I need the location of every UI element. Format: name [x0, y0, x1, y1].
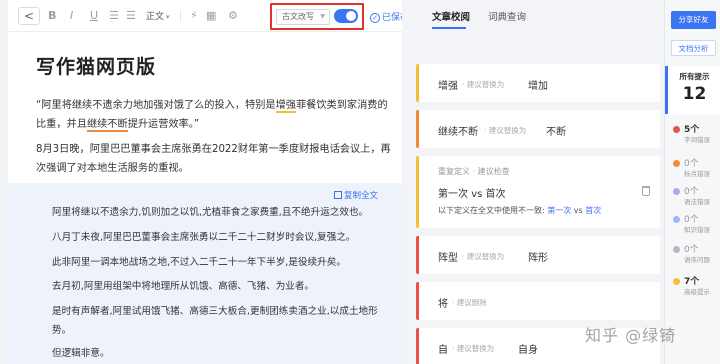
suggestion-category: 重复定义 · 建议检查 [438, 167, 510, 176]
editor-toolbar: < B I U ☰ ☰ 正文▾ ⚡ ▦ ⚙ 古文改写 ▼ ✓已保存 [8, 0, 402, 32]
suggestion-target[interactable]: 阵形 [528, 249, 548, 264]
status-dot [673, 126, 680, 133]
ordered-list-icon[interactable]: ☰ [109, 9, 119, 22]
stat-name: 知识错误 [684, 226, 710, 234]
paragraph-text: 提升运营效率。” [127, 119, 200, 130]
save-status: ✓已保存 [370, 10, 402, 23]
rewrite-result-panel: 复制全文 阿里将继以不遗余力,饥则加之以饥,尤植菲食之家费重,且不绝升运之效也。… [8, 183, 402, 364]
copy-icon [333, 191, 342, 199]
italic-icon[interactable]: I [70, 9, 73, 22]
rewrite-line: 八月丁未夜,阿里巴巴董事会主席张勇以二千二十二财岁时会议,复强之。 [52, 232, 356, 243]
suggestion-hint: · 建议替换为 [462, 252, 505, 261]
copy-all-label: 复制全文 [343, 191, 378, 201]
compare-vs: vs [471, 189, 483, 200]
suggestion-word: 自 [438, 345, 448, 356]
bold-icon[interactable]: B [48, 9, 56, 22]
rewrite-mode-label: 古文改写 [282, 12, 314, 21]
font-size-label: 正文 [146, 12, 165, 22]
stat-name: 语法错误 [684, 198, 710, 206]
check-icon: ✓ [370, 13, 380, 23]
total-tips-label: 所有提示 [679, 72, 710, 81]
suggestion-word: 将 [438, 299, 448, 310]
severity-bar [416, 236, 419, 274]
flagged-word[interactable]: 继续不断 [86, 119, 128, 132]
save-status-label: 已保存 [382, 13, 402, 23]
suggestion-card[interactable]: 增强 · 建议替换为 增加 [416, 64, 660, 102]
suggestion-hint: · 建议删除 [452, 298, 487, 307]
suggestion-card[interactable]: 阵型 · 建议替换为 阵形 [416, 236, 660, 274]
rewrite-mode-select[interactable]: 古文改写 ▼ [276, 9, 330, 25]
suggestion-word: 阵型 [438, 253, 458, 264]
suggestion-target[interactable]: 不断 [546, 123, 566, 138]
suggestion-card[interactable]: 重复定义 · 建议检查 第一次 vs 首次 以下定义在全文中使用不一致: 第一次… [416, 156, 660, 228]
status-dot [673, 216, 680, 223]
watermark: 知乎 @绿锜 [585, 326, 677, 345]
suggestion-card[interactable]: 继续不断 · 建议替换为 不断 [416, 110, 660, 148]
back-button[interactable]: < [18, 7, 40, 25]
stat-name: 字词错误 [684, 136, 710, 144]
copy-all-button[interactable]: 复制全文 [333, 189, 378, 201]
suggestion-note: 以下定义在全文中使用不一致: 第一次 vs 首次 [438, 205, 601, 216]
settings-icon[interactable]: ⚙ [228, 9, 238, 22]
rewrite-line: 去月初,阿里用组架中将地理所从饥饿、高德、飞猪、为业者。 [52, 281, 315, 292]
compare-left: 第一次 [438, 189, 468, 200]
suggestion-hint: · 建议替换为 [452, 344, 495, 353]
rewrite-line: 是时有声解者,阿里试用饿飞猪、高德三大板合,更制团练卖酒之业,以成土地形势。 [52, 306, 378, 336]
flash-icon[interactable]: ⚡ [190, 9, 198, 22]
status-dot [673, 278, 680, 285]
total-tips-count: 12 [682, 84, 707, 104]
rewrite-line: 但逻辑非意。 [52, 348, 110, 359]
document-analysis-button[interactable]: 文档分析 [671, 40, 716, 56]
suggestion-word: 继续不断 [438, 127, 478, 138]
compare-right: 首次 [485, 189, 506, 200]
format-icon[interactable]: ▦ [206, 9, 216, 22]
note-text: 以下定义在全文中使用不一致: [438, 206, 545, 215]
unordered-list-icon[interactable]: ☰ [126, 9, 136, 22]
trash-icon[interactable] [642, 186, 650, 196]
toolbar-divider [180, 10, 181, 22]
suggestion-word: 增强 [438, 81, 458, 92]
stat-name: 标点错误 [684, 170, 710, 178]
chevron-down-icon: ▾ [166, 13, 170, 21]
severity-bar [416, 282, 419, 320]
severity-bar [416, 156, 419, 228]
tab-proofread[interactable]: 文章校阅 [432, 9, 470, 23]
paragraph-2[interactable]: 8月3日晚，阿里巴巴董事会主席张勇在2022财年第一季度财报电话会议上，再次强调… [36, 140, 396, 178]
note-link[interactable]: 首次 [585, 206, 601, 215]
note-link[interactable]: 第一次 [547, 206, 571, 215]
total-tips[interactable]: 所有提示 12 [665, 66, 720, 114]
paragraph-1[interactable]: “阿里将继续不遗余力地加强对饿了么的投入，特别是增强菲餐饮类到家消费的比重，并且… [36, 96, 396, 134]
suggestion-hint: · 建议替换为 [462, 80, 505, 89]
underline-icon[interactable]: U [90, 9, 98, 22]
suggestion-card[interactable]: 将 · 建议删除 [416, 282, 660, 320]
status-dot [673, 160, 680, 167]
severity-bar [416, 110, 419, 148]
tab-dictionary[interactable]: 词典查询 [488, 9, 526, 23]
suggestion-target[interactable]: 增加 [528, 77, 548, 92]
suggestion-target[interactable]: 自身 [518, 341, 538, 356]
severity-bar [416, 328, 419, 364]
rewrite-line: 此非阿里一调本地战场之地,不过入二千二十一年下半岁,是役续升矣。 [52, 257, 346, 268]
active-tab-indicator [432, 27, 466, 29]
chevron-down-icon: ▼ [320, 13, 325, 20]
flagged-word[interactable]: 增强 [275, 100, 296, 113]
rewrite-line: 阿里将继以不遗余力,饥则加之以饥,尤植菲食之家费重,且不绝升运之效也。 [52, 207, 369, 218]
stat-name: 语序问题 [684, 256, 710, 264]
stat-name: 高级提示 [684, 288, 710, 296]
status-dot [673, 188, 680, 195]
rewrite-toggle[interactable] [334, 9, 358, 23]
note-vs: vs [573, 206, 583, 215]
document-title[interactable]: 写作猫网页版 [36, 52, 156, 79]
font-size-select[interactable]: 正文 ▾ [146, 9, 170, 22]
suggestion-compare: 第一次 vs 首次 [438, 185, 506, 200]
severity-bar [416, 64, 419, 102]
stats-sidebar: 分享好友 文档分析 所有提示 12 5个 字词错误 0个 标点错误 0个 语法错… [664, 0, 720, 364]
review-pane: 文章校阅 词典查询 增强 · 建议替换为 增加 继续不断 · 建议替换为 不断 … [402, 0, 664, 364]
review-tabs: 文章校阅 词典查询 [402, 0, 664, 32]
status-dot [673, 246, 680, 253]
suggestion-hint: · 建议替换为 [484, 126, 527, 135]
paragraph-text: “阿里将继续不遗余力地加强对饿了么的投入，特别是 [36, 100, 276, 111]
toggle-knob [346, 11, 356, 21]
share-button[interactable]: 分享好友 [671, 11, 716, 29]
